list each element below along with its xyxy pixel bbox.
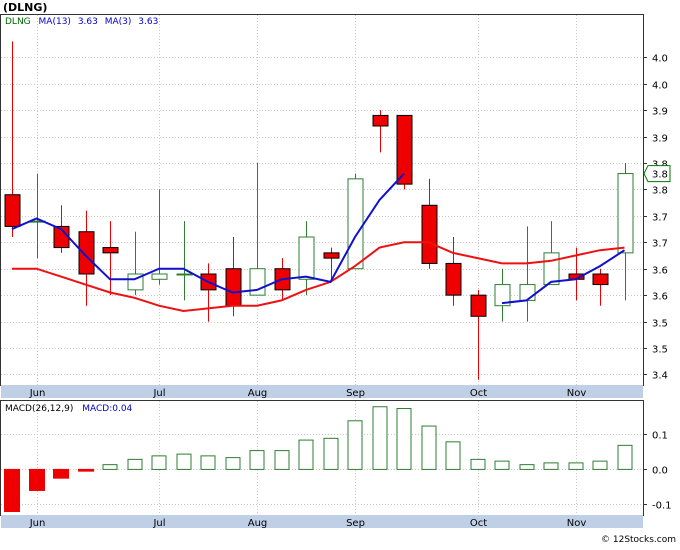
stock-chart: 3.4 3.5 3.5 3.6 3.6 3.7 3.7 3.8 3.8 3.9 3.9 4.0 4.0 J… xyxy=(0,1,676,545)
legend-ticker: DLNG xyxy=(5,17,31,27)
candle-body-down xyxy=(592,273,609,286)
candle-body-up xyxy=(519,284,536,301)
macd-bar-positive xyxy=(494,460,510,470)
macd-legend: MACD(26,12,9) MACD:0.04 xyxy=(5,404,133,414)
macd-bar-negative xyxy=(53,468,69,479)
price-panel-frame xyxy=(0,14,644,386)
macd-bar-positive xyxy=(592,460,608,470)
legend-macd-value: MACD:0.04 xyxy=(82,404,132,414)
chart-title: (DLNG) xyxy=(3,1,47,14)
macd-bar-positive xyxy=(568,462,584,470)
macd-bar-positive xyxy=(225,457,241,470)
macd-tick-label: 0.0 xyxy=(652,466,668,477)
macd-bar-positive xyxy=(323,437,339,470)
price-tick-label: 3.4 xyxy=(652,371,668,382)
month-label: Jun xyxy=(29,388,46,399)
price-tick-label: 3.9 xyxy=(652,107,668,118)
candle-body-down xyxy=(102,247,119,254)
price-tick-label: 4.0 xyxy=(652,81,668,92)
macd-bar-positive xyxy=(176,453,192,470)
price-tick-label: 3.5 xyxy=(652,345,668,356)
legend-macd-params: MACD(26,12,9) xyxy=(5,404,73,414)
macd-bar-positive xyxy=(421,425,437,470)
month-label: Aug xyxy=(248,388,268,399)
macd-month-label: Oct xyxy=(470,518,487,529)
legend-ma3-label: MA(3) xyxy=(105,17,132,27)
macd-bar-positive xyxy=(274,450,290,470)
price-tick-label: 3.6 xyxy=(652,292,668,303)
candle-body-up xyxy=(617,173,634,254)
candle-body-down xyxy=(470,294,487,317)
macd-panel-frame xyxy=(0,400,644,516)
macd-bar-negative xyxy=(29,468,45,491)
macd-bar-positive xyxy=(445,441,461,470)
macd-month-label: Aug xyxy=(248,518,268,529)
legend-ma13-value: 3.63 xyxy=(78,17,98,27)
candle-body-down xyxy=(4,194,21,227)
price-tick-label: 3.8 xyxy=(652,186,668,197)
last-price-label: 3.8 xyxy=(652,170,668,181)
macd-bar-positive xyxy=(102,464,118,470)
legend-ma13-label: MA(13) xyxy=(39,17,71,27)
candle-body-down xyxy=(323,252,340,259)
last-price-marker: 3.8 xyxy=(643,165,671,183)
macd-month-label: Sep xyxy=(346,518,365,529)
candle-body-down xyxy=(445,262,462,296)
candle-body-up xyxy=(176,273,193,276)
candle-body-up xyxy=(347,178,364,270)
macd-bar-positive xyxy=(372,406,388,470)
macd-bar-positive xyxy=(249,450,265,470)
macd-bar-negative xyxy=(4,468,20,512)
month-label: Jul xyxy=(152,388,165,399)
macd-tick-label: 0.1 xyxy=(652,431,668,442)
candle-body-down xyxy=(396,114,413,185)
macd-month-label: Nov xyxy=(567,518,587,529)
candle-body-up xyxy=(151,273,168,280)
month-axis-band xyxy=(1,385,643,398)
candle-body-down xyxy=(421,204,438,264)
price-tick-label: 3.5 xyxy=(652,319,668,330)
candle-body-down xyxy=(372,114,389,127)
price-tick-label: 3.7 xyxy=(652,213,668,224)
price-tick-label: 4.0 xyxy=(652,54,668,65)
macd-bar-positive xyxy=(543,462,559,470)
macd-bar-negative xyxy=(78,468,94,472)
price-tick-label: 3.6 xyxy=(652,266,668,277)
price-tick-label: 3.9 xyxy=(652,134,668,145)
macd-bar-positive xyxy=(298,439,314,470)
footer-copyright: © 12Stocks.com xyxy=(601,535,676,545)
candle-body-down xyxy=(225,268,242,307)
legend-ma3-value: 3.63 xyxy=(138,17,158,27)
macd-bar-positive xyxy=(127,458,143,470)
month-label: Sep xyxy=(346,388,365,399)
macd-month-label: Jul xyxy=(152,518,165,529)
candle-body-down xyxy=(78,231,95,275)
month-label: Oct xyxy=(470,388,487,399)
month-label: Nov xyxy=(567,388,587,399)
macd-bar-positive xyxy=(470,458,486,470)
macd-bar-positive xyxy=(151,455,167,470)
macd-bar-positive xyxy=(200,455,216,470)
price-tick-label: 3.7 xyxy=(652,239,668,250)
macd-bar-positive xyxy=(347,420,363,470)
macd-bar-positive xyxy=(396,408,412,470)
macd-month-label: Jun xyxy=(29,518,46,529)
candle-body-up xyxy=(298,236,315,280)
candle-body-up xyxy=(543,252,560,286)
macd-bar-positive xyxy=(519,464,535,470)
macd-tick-label: -0.1 xyxy=(652,501,672,512)
macd-month-axis-band xyxy=(1,515,643,528)
macd-bar-positive xyxy=(617,444,633,470)
chart-root: 3.4 3.5 3.5 3.6 3.6 3.7 3.7 3.8 3.8 3.9 3.9 4.0 4.0 J… xyxy=(0,0,680,546)
